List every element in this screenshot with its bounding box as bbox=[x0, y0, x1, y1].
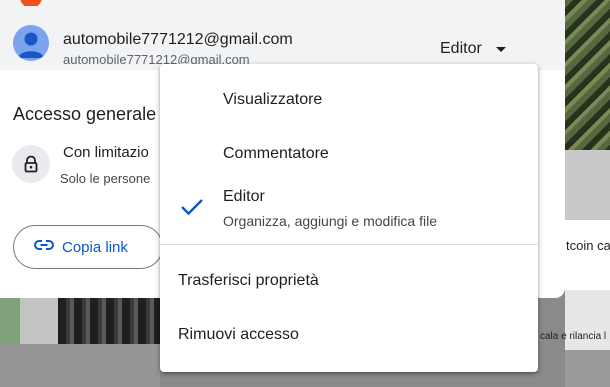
check-icon bbox=[180, 198, 204, 221]
menu-item-label: Commentatore bbox=[223, 145, 329, 162]
role-menu: Visualizzatore Commentatore Editor Organ… bbox=[160, 64, 538, 372]
background-image bbox=[58, 298, 160, 344]
owner-row[interactable]: automobile7771212@gmail.com automobile77… bbox=[0, 6, 565, 70]
background-page-bottom bbox=[0, 298, 160, 387]
menu-item-label: Editor bbox=[223, 188, 265, 205]
menu-divider bbox=[160, 244, 538, 245]
menu-item-description: Organizza, aggiungi e modifica file bbox=[223, 213, 438, 229]
remove-access-item[interactable]: Rimuovi accesso bbox=[160, 314, 538, 358]
owner-name: automobile7771212@gmail.com bbox=[63, 31, 293, 48]
copy-link-label: Copia link bbox=[62, 238, 128, 256]
role-dropdown-label: Editor bbox=[440, 40, 482, 57]
background-image bbox=[565, 0, 610, 150]
link-icon bbox=[34, 238, 54, 256]
background-block bbox=[565, 220, 610, 290]
menu-item-commentatore[interactable]: Commentatore bbox=[160, 132, 538, 176]
menu-item-label: Visualizzatore bbox=[223, 91, 323, 108]
caret-down-icon bbox=[495, 46, 506, 52]
menu-item-editor[interactable]: Editor Organizza, aggiungi e modifica fi… bbox=[160, 176, 538, 236]
background-block bbox=[565, 150, 610, 220]
background-article-title: tcoin ca bbox=[566, 238, 610, 253]
role-dropdown-button[interactable]: Editor bbox=[440, 36, 506, 62]
menu-item-visualizzatore[interactable]: Visualizzatore bbox=[160, 78, 538, 122]
background-block bbox=[0, 298, 20, 344]
general-access-heading: Accesso generale bbox=[13, 104, 157, 124]
background-block bbox=[565, 350, 610, 387]
background-article-snippet: cala e rilancia l bbox=[540, 331, 607, 342]
access-restriction-select[interactable]: Con limitazio bbox=[63, 144, 149, 161]
background-page-right bbox=[565, 0, 610, 387]
copy-link-button[interactable]: Copia link bbox=[13, 225, 163, 269]
background-block bbox=[0, 344, 160, 387]
menu-item-label: Rimuovi accesso bbox=[178, 326, 299, 343]
menu-item-label: Trasferisci proprietà bbox=[178, 272, 319, 289]
lock-icon bbox=[12, 145, 50, 183]
access-restriction-description: Solo le persone bbox=[60, 171, 151, 186]
background-block bbox=[20, 298, 58, 344]
person-icon bbox=[13, 25, 49, 61]
transfer-ownership-item[interactable]: Trasferisci proprietà bbox=[160, 260, 538, 304]
